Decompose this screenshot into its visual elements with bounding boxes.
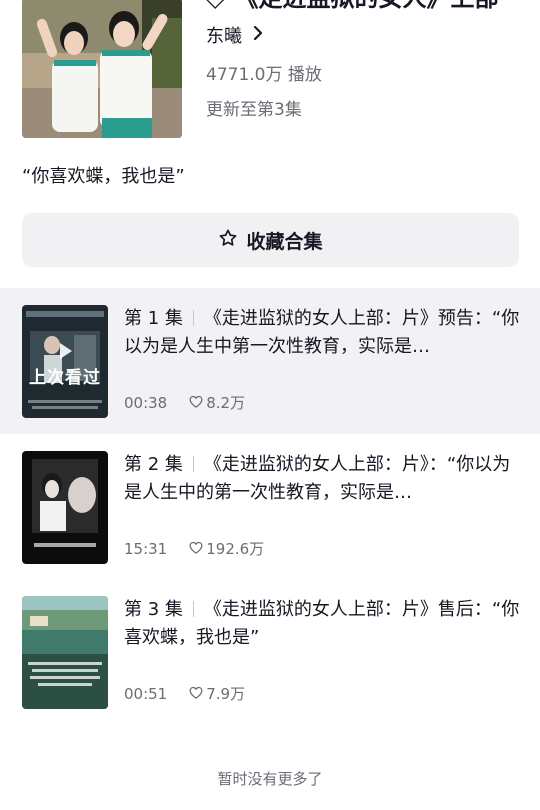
episode-row[interactable]: 第 2 集《走进监狱的女人上部：片》：“你以为是人生中的第一次性教育，实际是… …: [0, 434, 540, 580]
episode-likes: 7.9万: [189, 683, 245, 704]
episode-thumbnail: [22, 451, 108, 564]
episode-meta: 00:38 8.2万: [124, 392, 245, 413]
episode-likes: 8.2万: [189, 392, 245, 413]
episode-likes: 192.6万: [189, 538, 264, 559]
heart-icon: [189, 540, 203, 558]
episode-duration: 00:38: [124, 393, 168, 412]
episode-duration: 00:51: [124, 684, 168, 703]
author-link[interactable]: 东曦: [206, 22, 264, 48]
update-status: 更新至第3集: [206, 100, 302, 120]
play-count: 4771.0万 播放: [206, 65, 322, 85]
collection-title: ◇《走进监狱的女人》上部: [206, 0, 498, 13]
episode-row[interactable]: 上次看过 第 1 集《走进监狱的女人上部：片》预告：“你以为是人生中第一次性教育…: [0, 288, 540, 434]
episode-duration: 15:31: [124, 539, 168, 558]
heart-icon: [189, 394, 203, 412]
chevron-right-icon: [252, 25, 264, 46]
star-outline-icon: [218, 228, 238, 253]
heart-icon: [189, 685, 203, 703]
episode-meta: 15:31 192.6万: [124, 538, 264, 559]
author-name: 东曦: [206, 26, 242, 47]
no-more-content-note: 暂时没有更多了: [217, 770, 323, 788]
collection-description: “你喜欢蝶，我也是”: [22, 166, 185, 187]
episode-title: 第 3 集《走进监狱的女人上部：片》售后：“你喜欢蝶，我也是”: [124, 599, 520, 648]
episode-title: 第 2 集《走进监狱的女人上部：片》：“你以为是人生中的第一次性教育，实际是…: [124, 454, 511, 503]
episode-thumbnail: 上次看过: [22, 305, 108, 418]
collect-button[interactable]: 收藏合集: [22, 213, 519, 267]
collection-icon: ◇: [206, 0, 224, 12]
collection-cover-image[interactable]: [22, 0, 182, 138]
episode-title: 第 1 集《走进监狱的女人上部：片》预告：“你以为是人生中第一次性教育，实际是…: [124, 308, 520, 357]
collect-button-label: 收藏合集: [246, 230, 323, 253]
episode-row[interactable]: 第 3 集《走进监狱的女人上部：片》售后：“你喜欢蝶，我也是” 00:51 7.…: [0, 579, 540, 725]
episode-meta: 00:51 7.9万: [124, 683, 245, 704]
episode-thumbnail: [22, 596, 108, 709]
last-watched-badge: 上次看过: [29, 368, 101, 388]
